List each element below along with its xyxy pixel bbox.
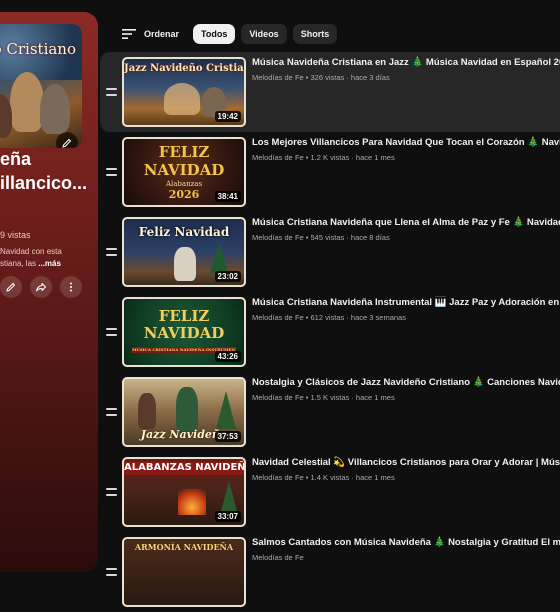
video-info: Música Cristiana Navideña Instrumental 🎹…	[252, 296, 560, 322]
sort-icon	[122, 29, 136, 39]
thumbnail-text: NAVIDAD	[143, 161, 225, 179]
video-duration: 38:41	[214, 191, 241, 202]
video-duration: 43:26	[214, 351, 241, 362]
playlist-title-line: illancico...	[0, 173, 88, 193]
thumbnail-text: FELIZ	[158, 143, 210, 161]
video-title[interactable]: Música Cristiana Navideña que Llena el A…	[252, 216, 560, 229]
video-info: Los Mejores Villancicos Para Navidad Que…	[252, 136, 560, 162]
video-title[interactable]: Navidad Celestial 💫 Villancicos Cristian…	[252, 456, 560, 469]
video-thumbnail[interactable]: FELIZ NAVIDAD MÚSICA CRISTIANA NAVIDEÑA …	[122, 297, 246, 367]
video-duration: 33:07	[214, 511, 241, 522]
video-thumbnail[interactable]: Jazz Navideño Cristiano 19:42	[122, 57, 246, 127]
more-actions-button[interactable]	[60, 276, 82, 298]
video-thumbnail[interactable]: FELIZ NAVIDAD Alabanzas 2026 38:41	[122, 137, 246, 207]
chip-shorts[interactable]: Shorts	[292, 24, 338, 44]
video-row[interactable]: Jazz Navideño Cristiano 19:42 Música Nav…	[100, 52, 560, 132]
channel-name[interactable]: Melodías de Fe	[252, 393, 304, 402]
drag-handle-icon[interactable]	[106, 88, 117, 96]
video-thumbnail[interactable]: ARMONÍA NAVIDEÑA	[122, 537, 246, 607]
playlist-video-list: Jazz Navideño Cristiano 19:42 Música Nav…	[100, 52, 560, 612]
video-row[interactable]: ARMONÍA NAVIDEÑA Salmos Cantados con Mús…	[100, 532, 560, 612]
edit-thumbnail-button[interactable]	[56, 132, 78, 148]
playlist-actions	[0, 276, 82, 298]
video-meta: Melodías de Fe • 1.4 K vistas · hace 1 m…	[252, 473, 395, 482]
channel-name[interactable]: Melodías de Fe	[252, 473, 304, 482]
video-row[interactable]: Feliz Navidad 23:02 Música Cristiana Nav…	[100, 212, 560, 292]
drag-handle-icon[interactable]	[106, 568, 117, 576]
drag-handle-icon[interactable]	[106, 408, 117, 416]
more-link[interactable]: ...más	[38, 259, 61, 268]
chip-todos[interactable]: Todos	[193, 24, 236, 44]
video-duration: 19:42	[214, 111, 241, 122]
channel-name[interactable]: Melodías de Fe	[252, 73, 304, 82]
thumbnail-text: FELIZ	[158, 307, 210, 325]
video-meta: Melodías de Fe • 1.5 K vistas · hace 1 m…	[252, 393, 395, 402]
thumbnail-text: Feliz Navidad	[138, 225, 230, 239]
drag-handle-icon[interactable]	[106, 488, 117, 496]
video-stats: 326 vistas · hace 3 días	[310, 73, 390, 82]
video-meta: Melodías de Fe	[252, 553, 560, 562]
playlist-description-line: stiana, las	[0, 259, 37, 268]
playlist-title: eña illancico...	[0, 147, 96, 195]
playlist-thumbnail[interactable]: o Cristiano	[0, 24, 82, 148]
playlist-view-count: 9 vistas	[0, 230, 31, 240]
playlist-thumbnail-title: o Cristiano	[0, 40, 76, 58]
video-meta: Melodías de Fe • 612 vistas · hace 3 sem…	[252, 313, 406, 322]
chip-videos[interactable]: Videos	[241, 24, 287, 44]
sort-button[interactable]: Ordenar	[122, 28, 179, 40]
video-info: Música Cristiana Navideña que Llena el A…	[252, 216, 560, 242]
thumbnail-text: NAVIDAD	[143, 324, 225, 342]
pencil-icon	[6, 282, 16, 292]
playlist-header-panel: o Cristiano eña illancico... 9 vistas Na…	[0, 12, 98, 572]
playlist-description-line: Navidad con esta	[0, 247, 62, 256]
video-title[interactable]: Música Navideña Cristiana en Jazz 🎄 Músi…	[252, 56, 560, 69]
thumbnail-text: Jazz Navideño Cristiano	[124, 63, 246, 74]
sort-label: Ordenar	[144, 29, 180, 39]
share-icon	[36, 283, 46, 292]
video-duration: 37:53	[214, 431, 241, 442]
video-title[interactable]: Salmos Cantados con Música Navideña 🎄 No…	[252, 536, 560, 549]
more-vert-icon	[70, 282, 72, 292]
playlist-title-line: eña	[0, 149, 32, 169]
thumbnail-figure	[10, 72, 44, 132]
video-stats: 1.2 K vistas · hace 1 mes	[310, 153, 395, 162]
channel-name[interactable]: Melodías de Fe	[252, 313, 304, 322]
video-meta: Melodías de Fe • 545 vistas · hace 8 día…	[252, 233, 390, 242]
video-duration: 23:02	[214, 271, 241, 282]
video-title[interactable]: Nostalgia y Clásicos de Jazz Navideño Cr…	[252, 376, 560, 389]
video-stats: 1.4 K vistas · hace 1 mes	[310, 473, 395, 482]
video-row[interactable]: FELIZ NAVIDAD Alabanzas 2026 38:41 Los M…	[100, 132, 560, 212]
video-meta: Melodías de Fe • 326 vistas · hace 3 día…	[252, 73, 390, 82]
video-title[interactable]: Música Cristiana Navideña Instrumental 🎹…	[252, 296, 560, 309]
drag-handle-icon[interactable]	[106, 248, 117, 256]
edit-playlist-button[interactable]	[0, 276, 22, 298]
video-row[interactable]: ALABANZAS NAVIDEÑAS 33:07 Navidad Celest…	[100, 452, 560, 532]
thumbnail-figure	[40, 84, 70, 134]
channel-name[interactable]: Melodías de Fe	[252, 553, 304, 562]
channel-name[interactable]: Melodías de Fe	[252, 153, 304, 162]
video-stats: 612 vistas · hace 3 semanas	[310, 313, 406, 322]
share-button[interactable]	[30, 276, 52, 298]
video-stats: 545 vistas · hace 8 días	[310, 233, 390, 242]
playlist-description: Navidad con esta stiana, las ...más	[0, 246, 96, 270]
video-thumbnail[interactable]: Jazz Navideño 37:53	[122, 377, 246, 447]
thumbnail-text: ARMONÍA NAVIDEÑA	[134, 542, 234, 552]
filter-bar: Ordenar Todos Videos Shorts	[122, 24, 343, 44]
video-row[interactable]: FELIZ NAVIDAD MÚSICA CRISTIANA NAVIDEÑA …	[100, 292, 560, 372]
video-stats: 1.5 K vistas · hace 1 mes	[310, 393, 395, 402]
video-info: Navidad Celestial 💫 Villancicos Cristian…	[252, 456, 560, 482]
video-info: Nostalgia y Clásicos de Jazz Navideño Cr…	[252, 376, 560, 402]
video-thumbnail[interactable]: ALABANZAS NAVIDEÑAS 33:07	[122, 457, 246, 527]
video-info: Música Navideña Cristiana en Jazz 🎄 Músi…	[252, 56, 560, 82]
drag-handle-icon[interactable]	[106, 328, 117, 336]
video-info: Salmos Cantados con Música Navideña 🎄 No…	[252, 536, 560, 562]
drag-handle-icon[interactable]	[106, 168, 117, 176]
video-thumbnail[interactable]: Feliz Navidad 23:02	[122, 217, 246, 287]
video-title[interactable]: Los Mejores Villancicos Para Navidad Que…	[252, 136, 560, 149]
video-meta: Melodías de Fe • 1.2 K vistas · hace 1 m…	[252, 153, 395, 162]
video-row[interactable]: Jazz Navideño 37:53 Nostalgia y Clásicos…	[100, 372, 560, 452]
thumbnail-text: ALABANZAS NAVIDEÑAS	[124, 462, 246, 475]
channel-name[interactable]: Melodías de Fe	[252, 233, 304, 242]
